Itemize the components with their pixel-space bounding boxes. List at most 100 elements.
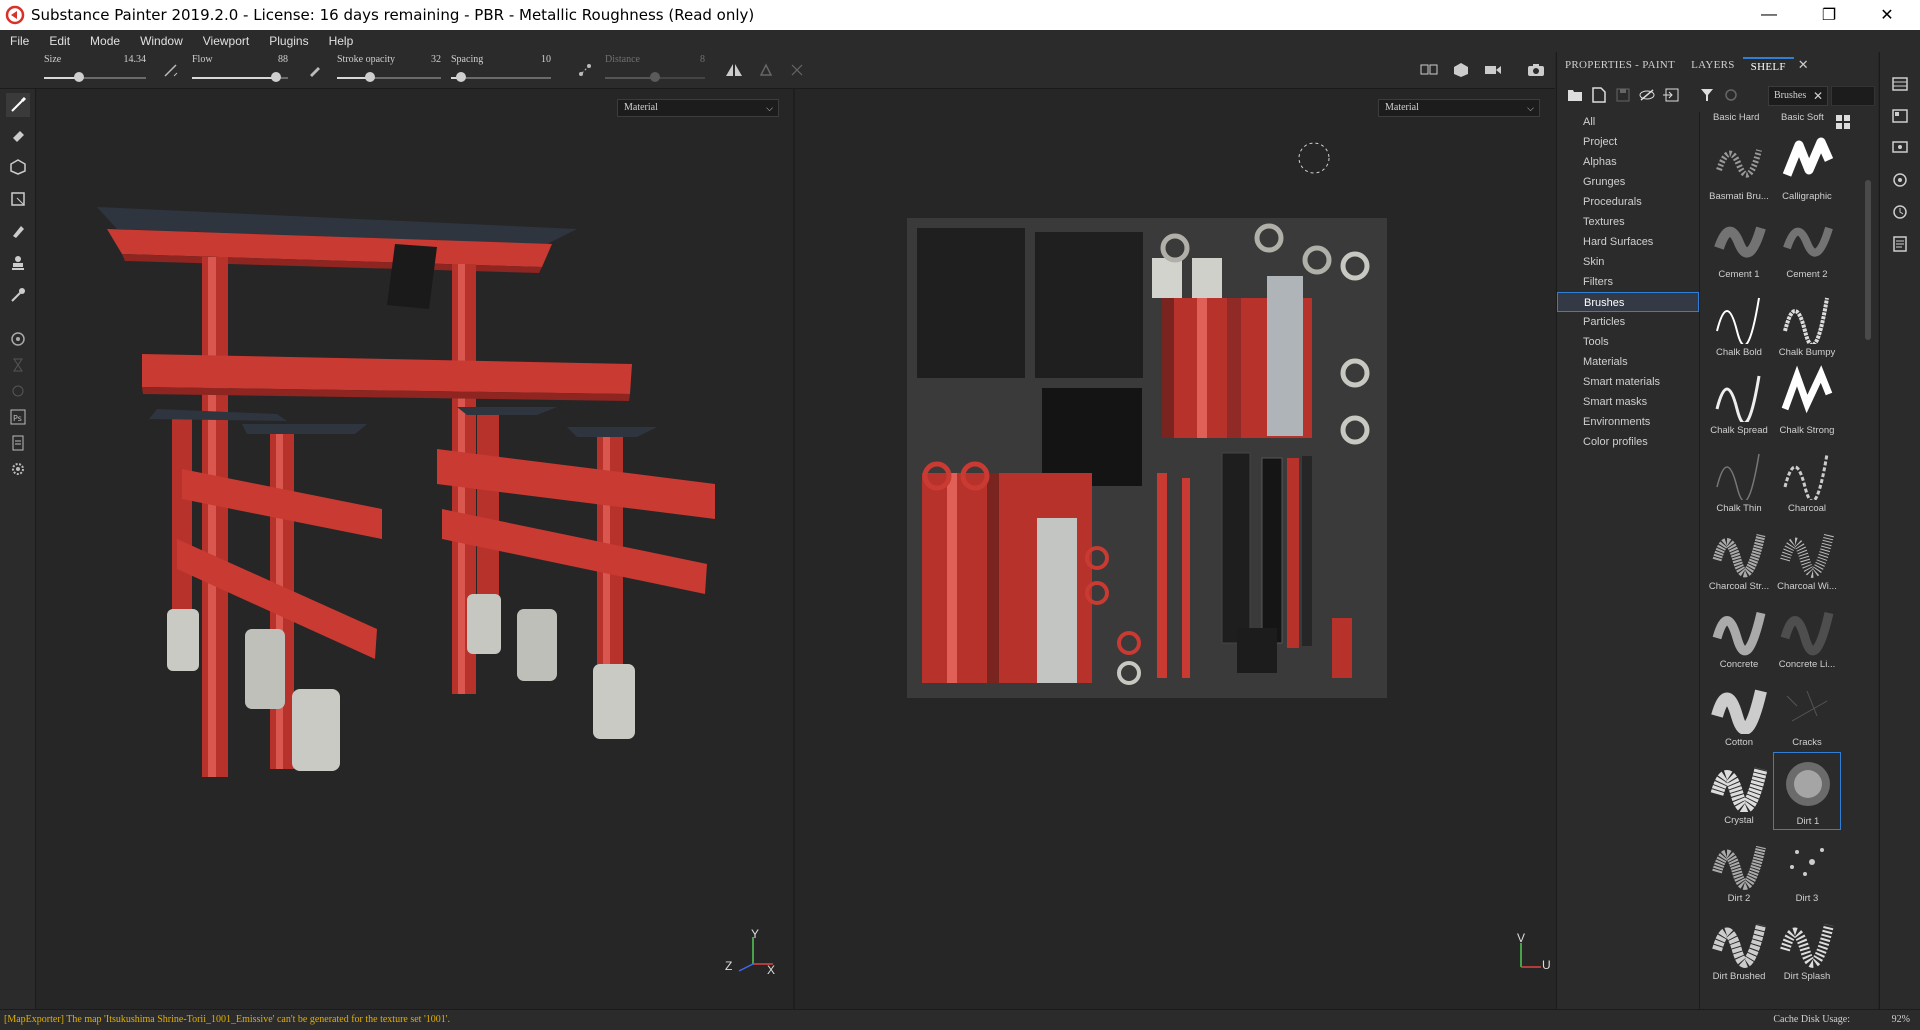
history-icon[interactable]	[1890, 202, 1910, 222]
status-warning-message[interactable]: [MapExporter] The map 'Itsukushima Shrin…	[4, 1014, 450, 1025]
brush-item-chalk-bumpy[interactable]: Chalk Bumpy	[1773, 284, 1841, 362]
category-project[interactable]: Project	[1557, 132, 1699, 152]
brush-item-dirt-splash[interactable]: Dirt Splash	[1773, 908, 1841, 986]
export-document-icon[interactable]	[6, 431, 30, 455]
remove-filter-icon[interactable]: ✕	[1813, 87, 1823, 105]
size-slider-knob[interactable]	[73, 72, 84, 82]
flow-value[interactable]: 88	[278, 54, 288, 65]
category-alphas[interactable]: Alphas	[1557, 152, 1699, 172]
viewport-2d-uv[interactable]: Material ⌵ V U	[795, 89, 1555, 1009]
category-color-profiles[interactable]: Color profiles	[1557, 432, 1699, 452]
path-tool-icon[interactable]	[786, 59, 808, 81]
bake-mesh-maps-icon[interactable]	[6, 327, 30, 351]
projection-tool-icon[interactable]	[6, 155, 30, 179]
photoshop-export-icon[interactable]: Ps	[6, 405, 30, 429]
brush-item-calligraphic[interactable]: Calligraphic	[1773, 128, 1841, 206]
menu-window[interactable]: Window	[130, 34, 193, 48]
brush-item-charcoal-str[interactable]: Charcoal Str...	[1705, 518, 1773, 596]
category-textures[interactable]: Textures	[1557, 212, 1699, 232]
brush-pressure-icon[interactable]	[304, 59, 326, 81]
hide-icon[interactable]	[1637, 85, 1657, 105]
brush-item-dirt-1[interactable]: Dirt 1	[1773, 752, 1841, 830]
brush-item-charcoal-wi[interactable]: Charcoal Wi...	[1773, 518, 1841, 596]
menu-file[interactable]: File	[0, 34, 39, 48]
viewport-3d[interactable]: Material ⌵ Y Z X	[37, 89, 793, 1009]
spacing-slider-knob[interactable]	[456, 72, 466, 82]
color-picker-tool-icon[interactable]	[6, 283, 30, 307]
display-settings-icon[interactable]	[1890, 138, 1910, 158]
viewer-settings-icon[interactable]	[1890, 170, 1910, 190]
import-icon[interactable]	[1661, 85, 1681, 105]
pen-pressure-icon[interactable]	[160, 59, 182, 81]
menu-mode[interactable]: Mode	[80, 34, 130, 48]
camera-video-icon[interactable]	[1482, 59, 1504, 81]
brush-item-dirt-brushed[interactable]: Dirt Brushed	[1705, 908, 1773, 986]
flow-slider-knob[interactable]	[271, 72, 282, 82]
brush-item-chalk-spread[interactable]: Chalk Spread	[1705, 362, 1773, 440]
clone-stamp-tool-icon[interactable]	[6, 251, 30, 275]
eraser-tool-icon[interactable]	[6, 123, 30, 147]
category-grunges[interactable]: Grunges	[1557, 172, 1699, 192]
brush-item-cotton[interactable]: Cotton	[1705, 674, 1773, 752]
viewport-split-icon[interactable]	[1418, 59, 1440, 81]
category-environments[interactable]: Environments	[1557, 412, 1699, 432]
category-tools[interactable]: Tools	[1557, 332, 1699, 352]
stroke-opacity-slider[interactable]: Stroke opacity 32	[337, 52, 441, 89]
tab-shelf[interactable]: SHELF	[1742, 57, 1794, 73]
brush-item-concrete[interactable]: Concrete	[1705, 596, 1773, 674]
minimize-icon[interactable]: —	[1740, 0, 1798, 30]
brushes-filter-chip[interactable]: Brushes ✕	[1768, 86, 1828, 106]
log-icon[interactable]	[1890, 234, 1910, 254]
grid-header-basic-hard[interactable]: Basic Hard	[1713, 112, 1759, 123]
screenshot-camera-icon[interactable]	[1525, 59, 1547, 81]
close-panel-icon[interactable]: ✕	[1798, 57, 1809, 73]
spacing-slider[interactable]: Spacing 10	[451, 52, 551, 89]
shelf-scrollbar[interactable]	[1865, 180, 1871, 340]
folder-icon[interactable]	[1565, 85, 1585, 105]
category-brushes[interactable]: Brushes	[1557, 292, 1699, 312]
tab-properties-paint[interactable]: PROPERTIES - PAINT	[1557, 59, 1683, 71]
brush-item-dirt-2[interactable]: Dirt 2	[1705, 830, 1773, 908]
spacing-value[interactable]: 10	[541, 54, 551, 65]
brush-item-chalk-strong[interactable]: Chalk Strong	[1773, 362, 1841, 440]
brush-item-concrete-li[interactable]: Concrete Li...	[1773, 596, 1841, 674]
size-slider[interactable]: Size 14.34	[44, 52, 146, 89]
restore-icon[interactable]: ❐	[1800, 0, 1858, 30]
category-particles[interactable]: Particles	[1557, 312, 1699, 332]
brush-item-cement-2[interactable]: Cement 2	[1773, 206, 1841, 284]
settings-gear-icon[interactable]	[6, 457, 30, 481]
paint-behaviour-icon[interactable]	[755, 59, 777, 81]
stroke-opacity-value[interactable]: 32	[431, 54, 441, 65]
tab-layers[interactable]: LAYERS	[1683, 59, 1743, 71]
category-skin[interactable]: Skin	[1557, 252, 1699, 272]
symmetry-icon[interactable]	[723, 59, 745, 81]
menu-viewport[interactable]: Viewport	[193, 34, 259, 48]
brush-item-cracks[interactable]: Cracks	[1773, 674, 1841, 752]
texture-set-list-icon[interactable]	[1890, 106, 1910, 126]
menu-plugins[interactable]: Plugins	[259, 34, 318, 48]
menu-edit[interactable]: Edit	[39, 34, 80, 48]
flow-slider[interactable]: Flow 88	[192, 52, 288, 89]
category-procedurals[interactable]: Procedurals	[1557, 192, 1699, 212]
polygon-fill-tool-icon[interactable]	[6, 187, 30, 211]
brush-item-charcoal[interactable]: Charcoal	[1773, 440, 1841, 518]
brush-item-dirt-3[interactable]: Dirt 3	[1773, 830, 1841, 908]
smudge-tool-icon[interactable]	[6, 219, 30, 243]
category-smart-masks[interactable]: Smart masks	[1557, 392, 1699, 412]
stroke-opacity-slider-knob[interactable]	[365, 72, 376, 82]
lazy-mouse-icon[interactable]	[574, 59, 596, 81]
category-smart-materials[interactable]: Smart materials	[1557, 372, 1699, 392]
menu-help[interactable]: Help	[319, 34, 364, 48]
category-all[interactable]: All	[1557, 112, 1699, 132]
viewport-2d-channel-dropdown[interactable]: Material ⌵	[1378, 99, 1540, 117]
filter-funnel-icon[interactable]	[1697, 85, 1717, 105]
brush-item-basmati-bru[interactable]: Basmati Bru...	[1705, 128, 1773, 206]
category-filters[interactable]: Filters	[1557, 272, 1699, 292]
brush-item-chalk-bold[interactable]: Chalk Bold	[1705, 284, 1773, 362]
brush-item-cement-1[interactable]: Cement 1	[1705, 206, 1773, 284]
size-value[interactable]: 14.34	[124, 54, 147, 65]
brush-item-crystal[interactable]: Crystal	[1705, 752, 1773, 830]
close-icon[interactable]: ✕	[1858, 0, 1916, 30]
category-materials[interactable]: Materials	[1557, 352, 1699, 372]
display-mode-cube-icon[interactable]	[1450, 59, 1472, 81]
